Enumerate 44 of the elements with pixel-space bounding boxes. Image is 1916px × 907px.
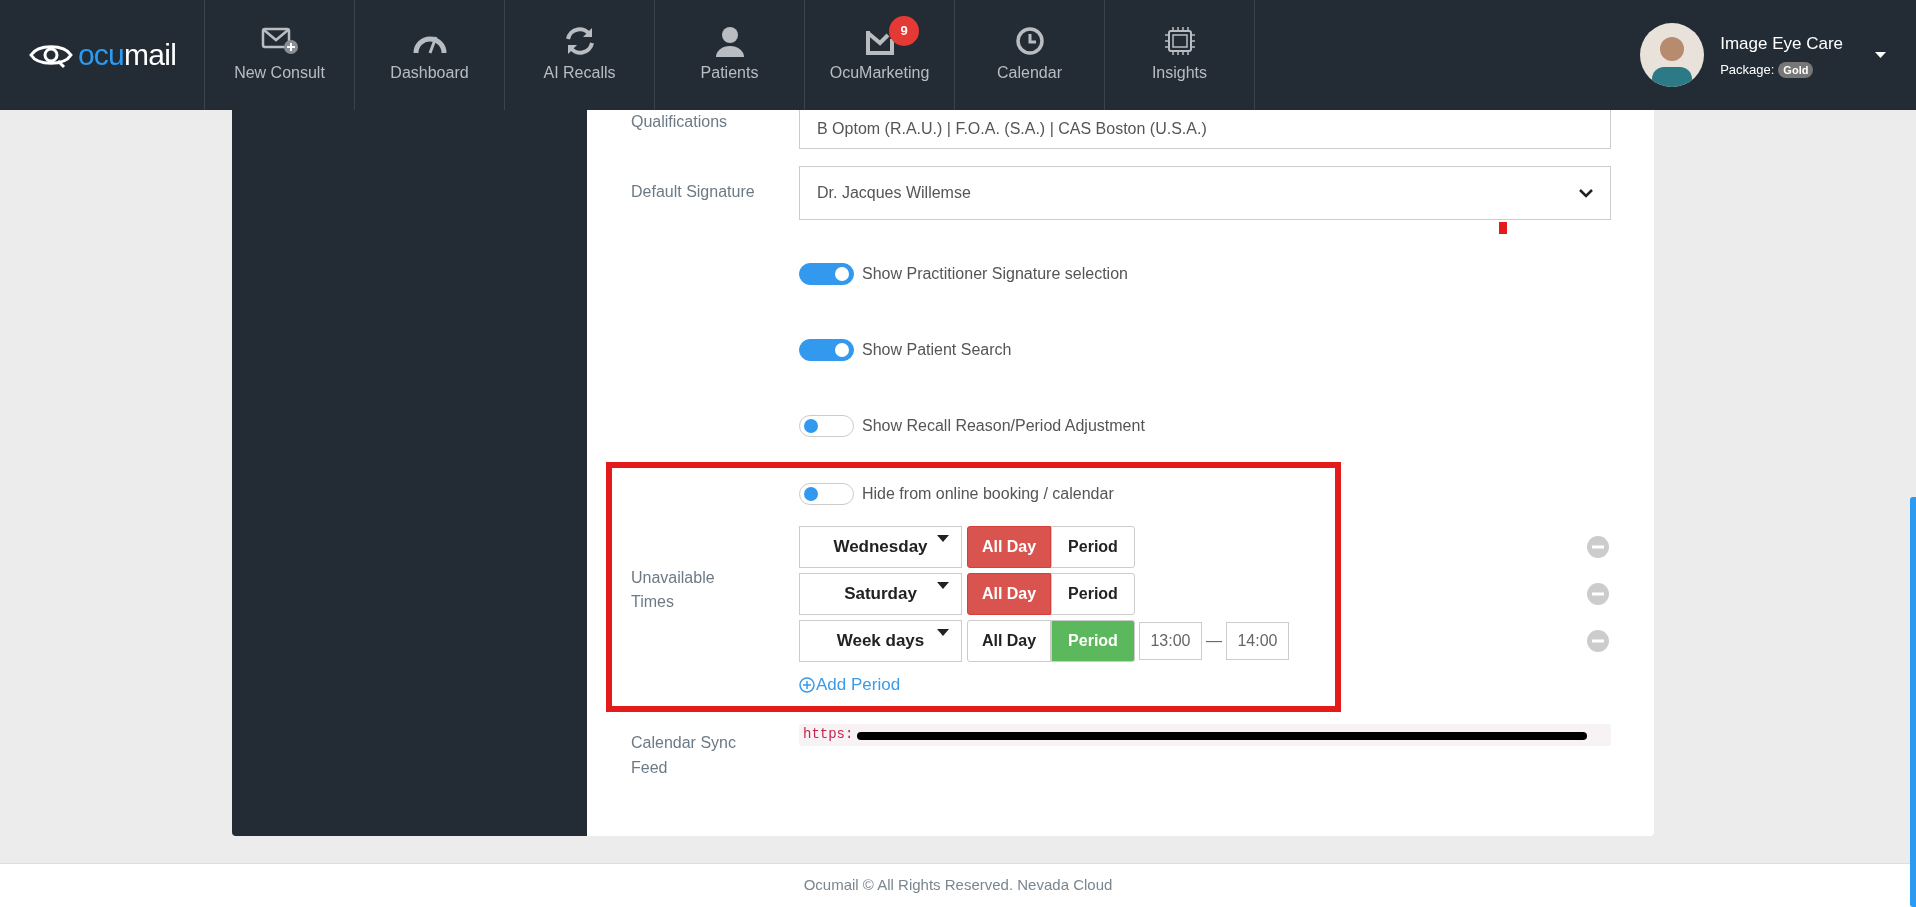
annotation-mark (1499, 222, 1507, 234)
field-label: Qualifications (631, 112, 729, 132)
field-label: Unavailable Times (631, 568, 716, 612)
toggle-label: Show Recall Reason/Period Adjustment (862, 416, 1145, 436)
chevron-down-icon (1579, 188, 1593, 198)
day-select[interactable]: Week days (799, 620, 962, 662)
sync-url-field[interactable]: https: (799, 723, 1611, 746)
option-button[interactable]: Period (1051, 573, 1135, 615)
qualifications-field[interactable]: B Optom (R.A.U.) | F.O.A. (S.A.) | CAS Boston (U.S.A.) (799, 110, 1611, 149)
package-badge: Gold (1778, 61, 1814, 78)
time-field[interactable]: 13:00 (1139, 622, 1202, 660)
plus-circle-icon (799, 676, 815, 693)
caret-icon (937, 535, 949, 542)
option-button[interactable]: All Day (967, 573, 1051, 615)
option-button[interactable]: All Day (967, 526, 1051, 568)
caret-icon[interactable] (1875, 52, 1886, 58)
remove-icon[interactable] (1587, 583, 1609, 605)
account-name: Image Eye Care (1720, 32, 1843, 55)
package-label: Package: (1720, 61, 1775, 79)
toggle-switch[interactable] (799, 339, 854, 361)
toggle-switch[interactable] (799, 415, 854, 437)
remove-icon[interactable] (1587, 630, 1609, 652)
option-button[interactable]: All Day (967, 620, 1051, 662)
caret-icon (937, 582, 949, 589)
field-label: Calendar Sync Feed (631, 732, 737, 778)
logo[interactable]: ocumail (0, 0, 205, 110)
toggle-label: Show Patient Search (862, 340, 1012, 360)
option-button[interactable]: Period (1051, 526, 1135, 568)
day-select[interactable]: Wednesday (799, 526, 962, 568)
toggle-label: Show Practitioner Signature selection (862, 264, 1128, 284)
remove-icon[interactable] (1587, 536, 1609, 558)
time-separator: — (1206, 631, 1222, 651)
time-field[interactable]: 14:00 (1226, 622, 1289, 660)
day-select[interactable]: Saturday (799, 573, 962, 615)
field-label: Default Signature (631, 182, 756, 202)
toggle-label: Hide from online booking / calendar (862, 484, 1114, 504)
toggle-switch[interactable] (799, 263, 854, 285)
notification-badge: 9 (889, 16, 919, 46)
signature-select[interactable]: Dr. Jacques Willemse (799, 166, 1611, 220)
scrollbar-thumb[interactable] (1910, 497, 1916, 907)
logo-text: ocumail (77, 40, 177, 70)
toggle-switch[interactable] (799, 483, 854, 505)
envelope-plus-icon (259, 25, 300, 57)
caret-icon (937, 629, 949, 636)
